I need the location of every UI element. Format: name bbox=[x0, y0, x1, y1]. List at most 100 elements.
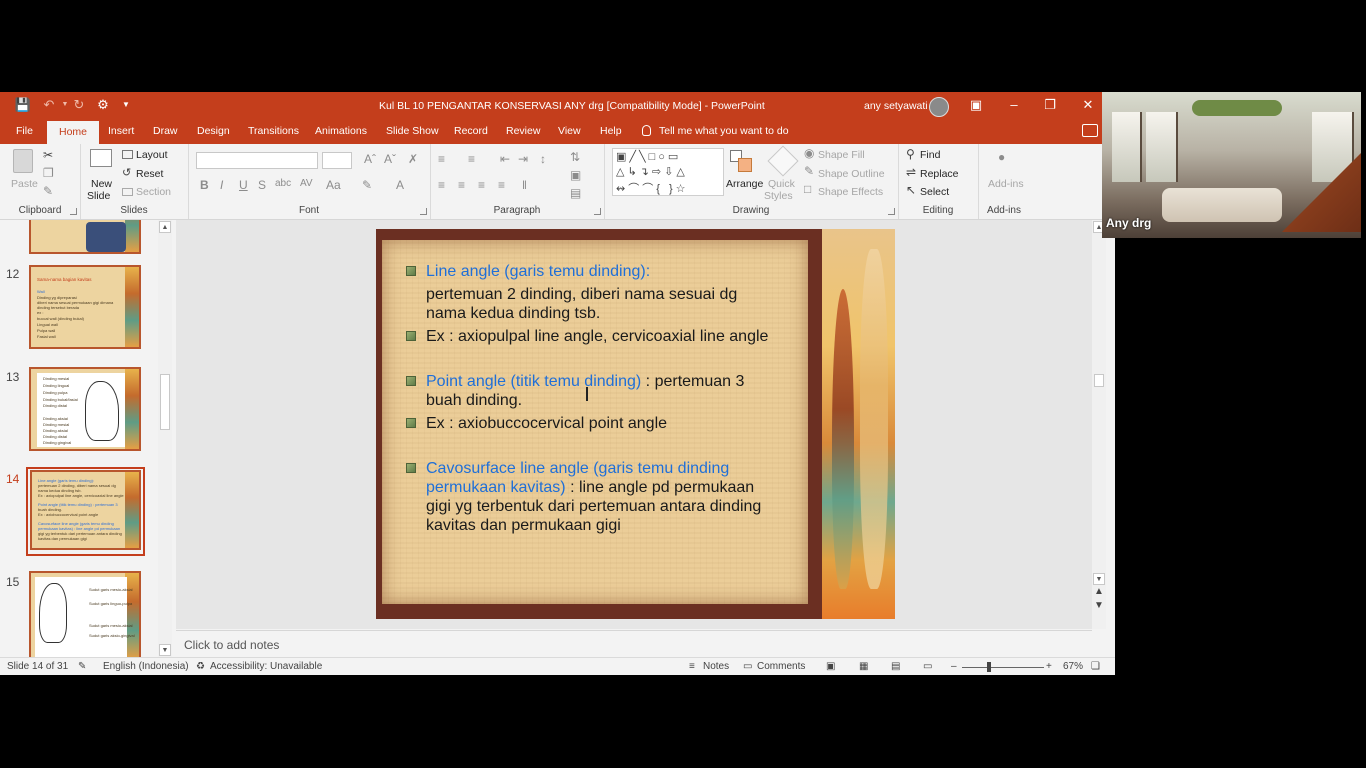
format-painter-icon[interactable]: ✎ bbox=[43, 184, 53, 198]
section-icon[interactable] bbox=[122, 188, 133, 196]
tab-view[interactable]: View bbox=[558, 125, 581, 137]
zoom-slider-handle[interactable] bbox=[987, 662, 991, 672]
smartart-icon[interactable]: ▤ bbox=[570, 186, 581, 200]
change-case-icon[interactable]: Aa bbox=[326, 178, 341, 192]
slide-sorter-icon[interactable]: ▦ bbox=[859, 661, 868, 672]
slide-text-line[interactable]: Ex : axiobuccocervical point angle bbox=[426, 414, 667, 433]
tab-home[interactable]: Home bbox=[47, 121, 100, 144]
copy-icon[interactable]: ❐ bbox=[43, 166, 54, 180]
editor-scrollbar[interactable]: ▲ ▼ ▲ ▼ bbox=[1092, 220, 1106, 629]
maximize-icon[interactable]: ❐ bbox=[1040, 96, 1060, 114]
slide-thumbnail-11[interactable] bbox=[29, 220, 141, 254]
slide-text-line[interactable]: nama kedua dinding tsb. bbox=[426, 304, 600, 323]
zoom-slider[interactable] bbox=[962, 667, 1044, 668]
slide-text-line[interactable]: Line angle (garis temu dinding): bbox=[426, 262, 650, 281]
italic-button[interactable]: I bbox=[220, 178, 223, 192]
slide-text-line[interactable]: Ex : axiopulpal line angle, cervicoaxial… bbox=[426, 327, 768, 346]
arrange-icon[interactable] bbox=[730, 150, 754, 174]
scroll-up-icon[interactable]: ▲ bbox=[159, 221, 171, 233]
shape-outline-button[interactable]: Shape Outline bbox=[818, 168, 885, 180]
slide-thumbnail-13[interactable]: Dinding mesial Dinding lingual Dinding p… bbox=[29, 367, 141, 451]
tab-animations[interactable]: Animations bbox=[315, 125, 367, 137]
bullets-icon[interactable]: ≡ bbox=[438, 152, 445, 166]
shape-effects-icon[interactable]: □ bbox=[804, 182, 811, 196]
reset-button[interactable]: Reset bbox=[136, 168, 163, 180]
scroll-thumb[interactable] bbox=[160, 374, 170, 430]
align-center-icon[interactable]: ≡ bbox=[458, 178, 465, 192]
accessibility-icon[interactable]: ♻ bbox=[196, 661, 205, 672]
select-button[interactable]: Select bbox=[920, 186, 949, 198]
slide-text-line[interactable]: gigi yg terbentuk dari pertemuan antara … bbox=[426, 497, 761, 516]
tell-me-search[interactable]: Tell me what you want to do bbox=[642, 125, 789, 137]
character-spacing-icon[interactable]: AV bbox=[300, 178, 313, 189]
tab-file[interactable]: File bbox=[16, 125, 33, 137]
font-size-input[interactable] bbox=[322, 152, 352, 169]
underline-button[interactable]: U bbox=[239, 178, 248, 192]
section-button[interactable]: Section bbox=[136, 186, 171, 198]
editor-scroll-thumb[interactable] bbox=[1094, 374, 1104, 387]
slide-editor[interactable]: Line angle (garis temu dinding): pertemu… bbox=[176, 220, 1092, 629]
slide-text-line[interactable]: Cavosurface line angle (garis temu dindi… bbox=[426, 459, 729, 478]
tab-draw[interactable]: Draw bbox=[153, 125, 178, 137]
cut-icon[interactable]: ✂ bbox=[43, 148, 53, 162]
thumbnails-scrollbar[interactable]: ▲ ▼ bbox=[158, 220, 172, 657]
tab-help[interactable]: Help bbox=[600, 125, 622, 137]
clear-formatting-icon[interactable]: ✗ bbox=[408, 152, 418, 166]
current-slide[interactable]: Line angle (garis temu dinding): pertemu… bbox=[376, 229, 895, 619]
slide-thumbnail-12[interactable]: Sama-nama bagian kavitas Wall Dinding yg… bbox=[29, 265, 141, 349]
zoom-in-icon[interactable]: + bbox=[1046, 661, 1052, 672]
new-slide-button[interactable]: New bbox=[91, 178, 112, 190]
addins-icon[interactable]: ● bbox=[998, 150, 1005, 164]
increase-indent-icon[interactable]: ⇥ bbox=[518, 152, 528, 166]
justify-icon[interactable]: ≡ bbox=[498, 178, 505, 192]
align-text-icon[interactable]: ▣ bbox=[570, 168, 581, 182]
replace-icon[interactable]: ⇌ bbox=[906, 165, 916, 179]
paste-button[interactable]: Paste bbox=[11, 178, 38, 190]
new-slide-icon[interactable] bbox=[90, 149, 112, 167]
text-shadow-button[interactable]: S bbox=[258, 178, 266, 192]
strikethrough-icon[interactable]: abc bbox=[275, 178, 291, 189]
quick-styles-button-2[interactable]: Styles bbox=[764, 190, 793, 202]
customize-quick-access-icon[interactable]: ▼ bbox=[117, 97, 135, 113]
paragraph-launcher-icon[interactable] bbox=[594, 208, 601, 215]
start-from-beginning-icon[interactable]: ⚙ bbox=[94, 97, 112, 113]
next-slide-icon[interactable]: ▼ bbox=[1094, 600, 1104, 611]
normal-view-icon[interactable]: ▣ bbox=[826, 661, 835, 672]
highlight-icon[interactable]: ✎ bbox=[362, 178, 372, 192]
font-color-icon[interactable]: A bbox=[396, 178, 404, 192]
notes-pane[interactable]: Click to add notes bbox=[176, 630, 1092, 658]
user-name[interactable]: any setyawati bbox=[864, 100, 928, 112]
decrease-indent-icon[interactable]: ⇤ bbox=[500, 152, 510, 166]
clipboard-launcher-icon[interactable] bbox=[70, 208, 77, 215]
comments-icon[interactable] bbox=[1082, 124, 1098, 137]
reset-icon[interactable]: ↺ bbox=[122, 166, 131, 179]
find-button[interactable]: Find bbox=[920, 149, 940, 161]
previous-slide-icon[interactable]: ▲ bbox=[1094, 586, 1104, 597]
reading-view-icon[interactable]: ▤ bbox=[891, 661, 900, 672]
drawing-launcher-icon[interactable] bbox=[888, 208, 895, 215]
notes-icon[interactable]: ≡ bbox=[689, 661, 695, 672]
scroll-down-icon[interactable]: ▼ bbox=[159, 644, 171, 656]
zoom-out-icon[interactable]: – bbox=[951, 661, 957, 672]
addins-button[interactable]: Add-ins bbox=[988, 178, 1024, 190]
paste-icon[interactable] bbox=[13, 149, 33, 173]
font-launcher-icon[interactable] bbox=[420, 208, 427, 215]
slide-text-line[interactable]: kavitas dan permukaan gigi bbox=[426, 516, 621, 535]
tab-design[interactable]: Design bbox=[197, 125, 230, 137]
text-direction-icon[interactable]: ⇅ bbox=[570, 150, 580, 164]
slide-show-icon[interactable]: ▭ bbox=[923, 661, 932, 672]
layout-icon[interactable] bbox=[122, 150, 133, 159]
accessibility-status[interactable]: Accessibility: Unavailable bbox=[210, 661, 322, 672]
slide-text-line[interactable]: buah dinding. bbox=[426, 391, 522, 410]
slide-text-line[interactable]: permukaan kavitas) : line angle pd permu… bbox=[426, 478, 754, 497]
arrange-button[interactable]: Arrange bbox=[726, 178, 763, 190]
align-right-icon[interactable]: ≡ bbox=[478, 178, 485, 192]
align-left-icon[interactable]: ≡ bbox=[438, 178, 445, 192]
notes-placeholder[interactable]: Click to add notes bbox=[184, 638, 279, 652]
shape-fill-button[interactable]: Shape Fill bbox=[818, 149, 865, 161]
quick-styles-icon[interactable] bbox=[767, 145, 799, 177]
line-spacing-icon[interactable]: ↕ bbox=[540, 152, 546, 166]
shape-effects-button[interactable]: Shape Effects bbox=[818, 186, 883, 198]
find-icon[interactable]: ⚲ bbox=[906, 147, 915, 161]
save-icon[interactable]: 💾 bbox=[14, 97, 32, 113]
